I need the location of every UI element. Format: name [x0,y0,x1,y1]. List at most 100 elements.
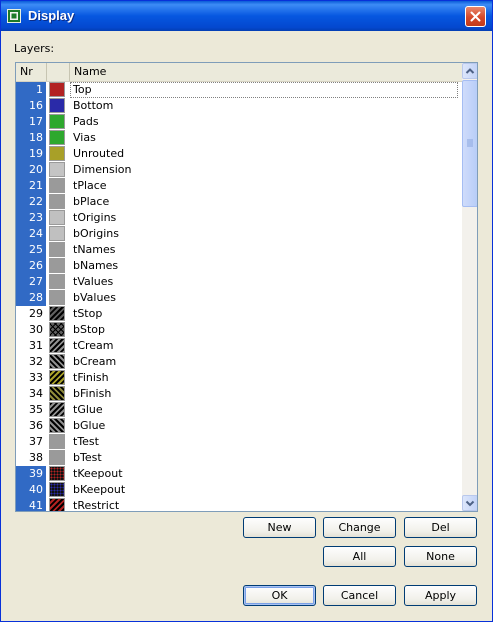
layer-row[interactable]: 35 tGlue [16,402,462,418]
layer-row[interactable]: 16 Bottom [16,98,462,114]
layer-name: Dimension [73,163,132,176]
layer-row[interactable]: 30 bStop [16,322,462,338]
layer-number: 22 [16,194,46,210]
layer-color-swatch [49,498,65,511]
layer-row[interactable]: 24 bOrigins [16,226,462,242]
layer-number: 23 [16,210,46,226]
layer-row[interactable]: 39 tKeepout [16,466,462,482]
layer-number: 19 [16,146,46,162]
layer-number: 31 [29,339,43,352]
layer-row[interactable]: 38 bTest [16,450,462,466]
layer-number: 38 [29,451,43,464]
layer-name: tTest [73,435,99,448]
layer-row[interactable]: 19 Unrouted [16,146,462,162]
layer-color-swatch [49,322,65,337]
change-button[interactable]: Change [323,517,396,538]
layer-row[interactable]: 20 Dimension [16,162,462,178]
layer-color-swatch [49,354,65,369]
layer-row[interactable]: 18 Vias [16,130,462,146]
layer-name: tFinish [73,371,109,384]
column-header-nr[interactable]: Nr [16,63,47,81]
layer-color-swatch [49,242,65,257]
layer-color-swatch [49,434,65,449]
layer-row[interactable]: 23 tOrigins [16,210,462,226]
layer-row[interactable]: 32 bCream [16,354,462,370]
scroll-down-button[interactable] [462,495,477,511]
layer-color-swatch [49,178,65,193]
layer-number: 17 [16,114,46,130]
layer-number: 40 [16,482,46,498]
layer-number: 35 [29,403,43,416]
del-button[interactable]: Del [404,517,477,538]
layer-color-swatch [49,370,65,385]
layer-row[interactable]: 28 bValues [16,290,462,306]
layer-name: Top [70,82,458,98]
ok-button[interactable]: OK [243,585,316,606]
layer-name: bFinish [73,387,112,400]
layer-name: bPlace [73,195,110,208]
layer-number: 21 [16,178,46,194]
layer-name: tOrigins [73,211,117,224]
layer-color-swatch [49,98,65,113]
layer-color-swatch [49,450,65,465]
layer-name: tRestrict [73,499,120,512]
layer-number: 29 [29,307,43,320]
close-button[interactable] [465,6,486,27]
layer-row[interactable]: 40 bKeepout [16,482,462,498]
apply-button[interactable]: Apply [404,585,477,606]
column-header-name[interactable]: Name [70,63,462,81]
layer-row[interactable]: 29 tStop [16,306,462,322]
layer-name: bGlue [73,419,106,432]
layer-color-swatch [49,274,65,289]
layer-color-swatch [49,306,65,321]
layer-color-swatch [49,338,65,353]
layer-name: bTest [73,451,102,464]
layer-row[interactable]: 31 tCream [16,338,462,354]
layer-number: 32 [29,355,43,368]
cancel-button[interactable]: Cancel [323,585,396,606]
layer-number: 39 [16,466,46,482]
display-dialog: Display Layers: Nr Name 1 Top 16 Bottom 17 Pa… [0,0,493,622]
chevron-up-icon [465,68,475,74]
close-icon [470,11,481,22]
layer-number: 16 [16,98,46,114]
none-button[interactable]: None [404,546,477,567]
layer-number: 27 [16,274,46,290]
layer-row[interactable]: 41 tRestrict [16,498,462,512]
new-button[interactable]: New [243,517,316,538]
layer-color-swatch [49,130,65,145]
chevron-down-icon [465,500,475,507]
layer-row[interactable]: 17 Pads [16,114,462,130]
layer-row[interactable]: 33 tFinish [16,370,462,386]
layer-row[interactable]: 21 tPlace [16,178,462,194]
layer-name: tPlace [73,179,107,192]
layer-row[interactable]: 26 bNames [16,258,462,274]
layer-row[interactable]: 22 bPlace [16,194,462,210]
title-bar[interactable]: Display [1,1,492,31]
layer-row[interactable]: 36 bGlue [16,418,462,434]
layer-name: Unrouted [73,147,125,160]
layer-row[interactable]: 25 tNames [16,242,462,258]
layer-row[interactable]: 37 tTest [16,434,462,450]
layers-list[interactable]: Nr Name 1 Top 16 Bottom 17 Pads 18 Vias 19 Unrout… [15,62,478,512]
list-header: Nr Name [16,63,462,82]
layer-name: Pads [73,115,99,128]
all-button[interactable]: All [323,546,396,567]
layer-number: 34 [29,387,43,400]
window-title: Display [28,8,75,23]
layer-number: 20 [16,162,46,178]
layer-name: tNames [73,243,116,256]
vertical-scrollbar[interactable] [462,63,477,511]
layer-number: 1 [16,82,46,98]
layer-color-swatch [49,466,65,481]
column-header-color[interactable] [47,63,70,81]
layer-name: tStop [73,307,103,320]
layers-label: Layers: [14,42,55,55]
scroll-up-button[interactable] [462,63,477,79]
layer-row[interactable]: 1 Top [16,82,462,98]
layer-number: 41 [16,498,46,511]
layer-row[interactable]: 34 bFinish [16,386,462,402]
layer-row[interactable]: 27 tValues [16,274,462,290]
layer-number: 28 [16,290,46,306]
scroll-thumb[interactable] [462,80,477,207]
